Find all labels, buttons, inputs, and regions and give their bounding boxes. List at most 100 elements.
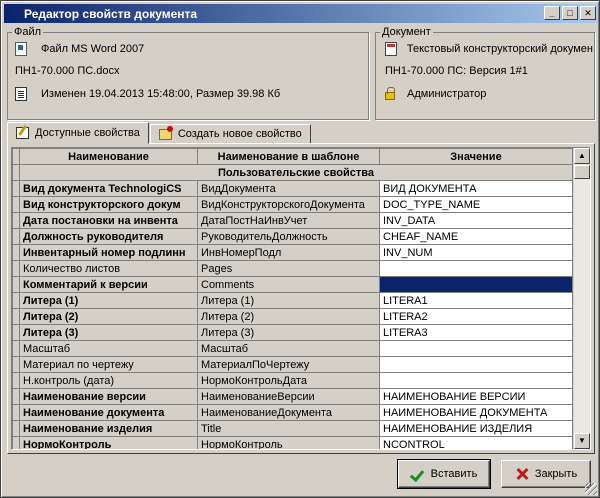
cell-template-name[interactable]: НормоКонтрольДата: [197, 372, 380, 389]
table-row[interactable]: Материал по чертежу МатериалПоЧертежу: [12, 356, 573, 373]
cell-template-name[interactable]: НаименованиеВерсии: [197, 388, 380, 405]
table-row[interactable]: Литера (2) Литера (2) LITERA2: [12, 308, 573, 325]
row-indicator[interactable]: [12, 308, 20, 325]
cell-template-name[interactable]: ДатаПостНаИнвУчет: [197, 212, 380, 229]
cell-name[interactable]: Материал по чертежу: [19, 356, 198, 373]
vertical-scrollbar[interactable]: ▲ ▼: [573, 148, 590, 449]
title-bar[interactable]: Редактор свойств документа _ □ ✕: [4, 4, 598, 23]
cell-template-name[interactable]: Title: [197, 420, 380, 437]
row-indicator[interactable]: [12, 436, 20, 449]
row-indicator[interactable]: [12, 356, 20, 373]
tab-create-property[interactable]: Создать новое свойство: [149, 124, 311, 144]
row-indicator[interactable]: [12, 324, 20, 341]
table-row[interactable]: Дата постановки на инвента ДатаПостНаИнвУ…: [12, 212, 573, 229]
cell-name[interactable]: Инвентарный номер подлинн: [19, 244, 198, 261]
cell-value[interactable]: НАИМЕНОВАНИЕ ДОКУМЕНТА: [379, 404, 573, 421]
table-row[interactable]: Комментарий к версии Comments: [12, 276, 573, 293]
cell-template-name[interactable]: ВидКонструкторскогоДокумента: [197, 196, 380, 213]
table-row[interactable]: Количество листов Pages: [12, 260, 573, 277]
cell-value[interactable]: NCONTROL: [379, 436, 573, 449]
cell-value[interactable]: CHEAF_NAME: [379, 228, 573, 245]
row-indicator[interactable]: [12, 340, 20, 357]
row-indicator[interactable]: [12, 404, 20, 421]
table-row[interactable]: Наименование версии НаименованиеВерсии НАИ…: [12, 388, 573, 405]
cell-template-name[interactable]: НаименованиеДокумента: [197, 404, 380, 421]
scroll-up-button[interactable]: ▲: [574, 148, 590, 164]
cell-name[interactable]: Количество листов: [19, 260, 198, 277]
cell-template-name[interactable]: Comments: [197, 276, 380, 293]
cell-name[interactable]: Литера (2): [19, 308, 198, 325]
cell-name[interactable]: Комментарий к версии: [19, 276, 198, 293]
cell-name[interactable]: НормоКонтроль: [19, 436, 198, 449]
cell-value[interactable]: DOC_TYPE_NAME: [379, 196, 573, 213]
insert-button[interactable]: Вставить: [397, 459, 491, 489]
table-row[interactable]: Литера (1) Литера (1) LITERA1: [12, 292, 573, 309]
cell-name[interactable]: Литера (3): [19, 324, 198, 341]
resize-grip[interactable]: [585, 483, 597, 495]
cell-template-name[interactable]: РуководительДолжность: [197, 228, 380, 245]
cell-name[interactable]: Наименование изделия: [19, 420, 198, 437]
table-row[interactable]: Литера (3) Литера (3) LITERA3: [12, 324, 573, 341]
row-indicator[interactable]: [12, 244, 20, 261]
cell-template-name[interactable]: ВидДокумента: [197, 180, 380, 197]
table-row[interactable]: Масштаб Масштаб: [12, 340, 573, 357]
scroll-thumb[interactable]: [574, 165, 590, 179]
table-row[interactable]: НормоКонтроль НормоКонтроль NCONTROL: [12, 436, 573, 449]
cell-name[interactable]: Наименование документа: [19, 404, 198, 421]
cell-name[interactable]: Масштаб: [19, 340, 198, 357]
cell-template-name[interactable]: Масштаб: [197, 340, 380, 357]
cell-template-name[interactable]: Литера (1): [197, 292, 380, 309]
row-indicator[interactable]: [12, 196, 20, 213]
cell-value[interactable]: INV_DATA: [379, 212, 573, 229]
cell-template-name[interactable]: НормоКонтроль: [197, 436, 380, 449]
row-indicator[interactable]: [12, 260, 20, 277]
cell-value[interactable]: LITERA2: [379, 308, 573, 325]
table-row[interactable]: Наименование изделия Title НАИМЕНОВАНИЕ ИЗ…: [12, 420, 573, 437]
cell-name[interactable]: Литера (1): [19, 292, 198, 309]
column-header-value[interactable]: Значение: [379, 148, 573, 165]
table-row[interactable]: Наименование документа НаименованиеДокуме…: [12, 404, 573, 421]
cell-value[interactable]: [379, 372, 573, 389]
row-indicator[interactable]: [12, 292, 20, 309]
cell-template-name[interactable]: МатериалПоЧертежу: [197, 356, 380, 373]
row-indicator[interactable]: [12, 372, 20, 389]
row-indicator[interactable]: [12, 388, 20, 405]
cell-value[interactable]: НАИМЕНОВАНИЕ ИЗДЕЛИЯ: [379, 420, 573, 437]
minimize-button[interactable]: _: [544, 6, 560, 20]
close-button[interactable]: Закрыть: [501, 460, 591, 488]
column-header-name[interactable]: Наименование: [19, 148, 198, 165]
cell-value[interactable]: НАИМЕНОВАНИЕ ВЕРСИИ: [379, 388, 573, 405]
cell-template-name[interactable]: Pages: [197, 260, 380, 277]
cell-name[interactable]: Вид конструкторского докум: [19, 196, 198, 213]
cell-name[interactable]: Н.контроль (дата): [19, 372, 198, 389]
scroll-down-button[interactable]: ▼: [574, 433, 590, 449]
cell-value[interactable]: LITERA3: [379, 324, 573, 341]
cell-name[interactable]: Наименование версии: [19, 388, 198, 405]
cell-value[interactable]: [379, 340, 573, 357]
table-row[interactable]: Н.контроль (дата) НормоКонтрольДата: [12, 372, 573, 389]
row-indicator[interactable]: [12, 276, 20, 293]
cell-value[interactable]: [379, 260, 573, 277]
cell-template-name[interactable]: Литера (3): [197, 324, 380, 341]
cell-value[interactable]: INV_NUM: [379, 244, 573, 261]
maximize-button[interactable]: □: [562, 6, 578, 20]
row-indicator[interactable]: [12, 228, 20, 245]
row-indicator[interactable]: [12, 420, 20, 437]
cell-template-name[interactable]: Литера (2): [197, 308, 380, 325]
cell-name[interactable]: Вид документа TechnologiCS: [19, 180, 198, 197]
cell-name[interactable]: Дата постановки на инвента: [19, 212, 198, 229]
cell-value[interactable]: LITERA1: [379, 292, 573, 309]
cell-template-name[interactable]: ИнвНомерПодл: [197, 244, 380, 261]
tab-available-properties[interactable]: Доступные свойства: [7, 122, 149, 144]
cell-value[interactable]: [379, 356, 573, 373]
row-indicator[interactable]: [12, 180, 20, 197]
table-row[interactable]: Вид конструкторского докум ВидКонструктор…: [12, 196, 573, 213]
close-window-button[interactable]: ✕: [580, 6, 596, 20]
table-row[interactable]: Должность руководителя РуководительДолжно…: [12, 228, 573, 245]
cell-name[interactable]: Должность руководителя: [19, 228, 198, 245]
cell-value-selected[interactable]: [379, 276, 573, 293]
cell-value[interactable]: ВИД ДОКУМЕНТА: [379, 180, 573, 197]
table-row[interactable]: Вид документа TechnologiCS ВидДокумента ВИ…: [12, 180, 573, 197]
table-row[interactable]: Инвентарный номер подлинн ИнвНомерПодл INV…: [12, 244, 573, 261]
column-header-template[interactable]: Наименование в шаблоне: [197, 148, 380, 165]
